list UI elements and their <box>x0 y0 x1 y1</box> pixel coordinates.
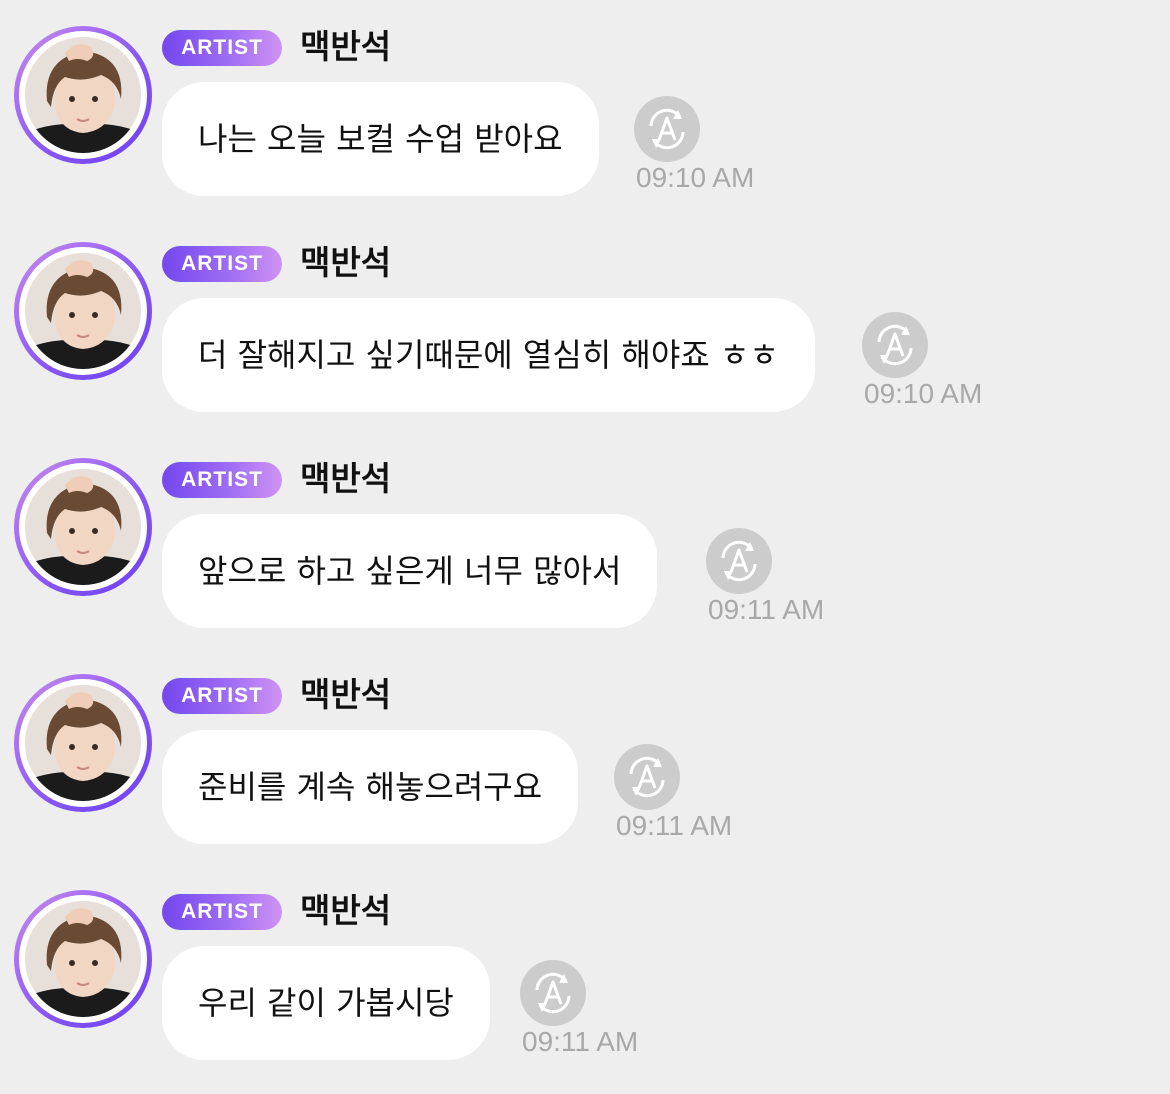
timestamp: 09:11 AM <box>616 810 733 841</box>
avatar[interactable] <box>14 242 152 380</box>
message-bubble[interactable]: 더 잘해지고 싶기때문에 열심히 해야죠 ㅎㅎ <box>162 298 815 412</box>
author-name: 맥반석 <box>300 27 392 66</box>
timestamp: 09:11 AM <box>708 594 825 625</box>
profile-photo <box>25 685 141 801</box>
avatar-border <box>19 895 147 1023</box>
message-bubble[interactable]: 우리 같이 가봅시당 <box>162 946 490 1060</box>
auto-translate-icon[interactable] <box>862 312 928 378</box>
author-name: 맥반석 <box>300 243 392 282</box>
artist-badge: ARTIST <box>162 894 282 930</box>
avatar[interactable] <box>14 458 152 596</box>
auto-translate-icon[interactable] <box>634 96 700 162</box>
profile-photo <box>25 901 141 1017</box>
artist-badge: ARTIST <box>162 678 282 714</box>
message-bubble[interactable]: 나는 오늘 보컬 수업 받아요 <box>162 82 599 196</box>
avatar[interactable] <box>14 674 152 812</box>
chat-message[interactable]: ARTIST 맥반석 더 잘해지고 싶기때문에 열심히 해야죠 ㅎㅎ 09:10… <box>0 216 1170 432</box>
chat-message[interactable]: ARTIST 맥반석 앞으로 하고 싶은게 너무 많아서 09:11 AM <box>0 432 1170 648</box>
auto-translate-icon[interactable] <box>520 960 586 1026</box>
profile-photo <box>25 37 141 153</box>
avatar[interactable] <box>14 26 152 164</box>
chat-message[interactable]: ARTIST 맥반석 나는 오늘 보컬 수업 받아요 09:10 AM <box>0 0 1170 216</box>
auto-translate-icon[interactable] <box>706 528 772 594</box>
artist-badge: ARTIST <box>162 462 282 498</box>
author-name: 맥반석 <box>300 459 392 498</box>
avatar-border <box>19 463 147 591</box>
timestamp: 09:11 AM <box>522 1026 639 1057</box>
timestamp: 09:10 AM <box>864 378 983 409</box>
artist-badge: ARTIST <box>162 30 282 66</box>
author-name: 맥반석 <box>300 675 392 714</box>
chat-message[interactable]: ARTIST 맥반석 준비를 계속 해놓으려구요 09:11 AM <box>0 648 1170 864</box>
author-name: 맥반석 <box>300 891 392 930</box>
profile-photo <box>25 469 141 585</box>
avatar-border <box>19 247 147 375</box>
chat-message[interactable]: ARTIST 맥반석 우리 같이 가봅시당 09:11 AM <box>0 864 1170 1080</box>
avatar[interactable] <box>14 890 152 1028</box>
message-bubble[interactable]: 앞으로 하고 싶은게 너무 많아서 <box>162 514 658 628</box>
timestamp: 09:10 AM <box>636 162 755 193</box>
artist-badge: ARTIST <box>162 246 282 282</box>
message-bubble[interactable]: 준비를 계속 해놓으려구요 <box>162 730 579 844</box>
profile-photo <box>25 253 141 369</box>
auto-translate-icon[interactable] <box>614 744 680 810</box>
avatar-border <box>19 31 147 159</box>
avatar-border <box>19 679 147 807</box>
